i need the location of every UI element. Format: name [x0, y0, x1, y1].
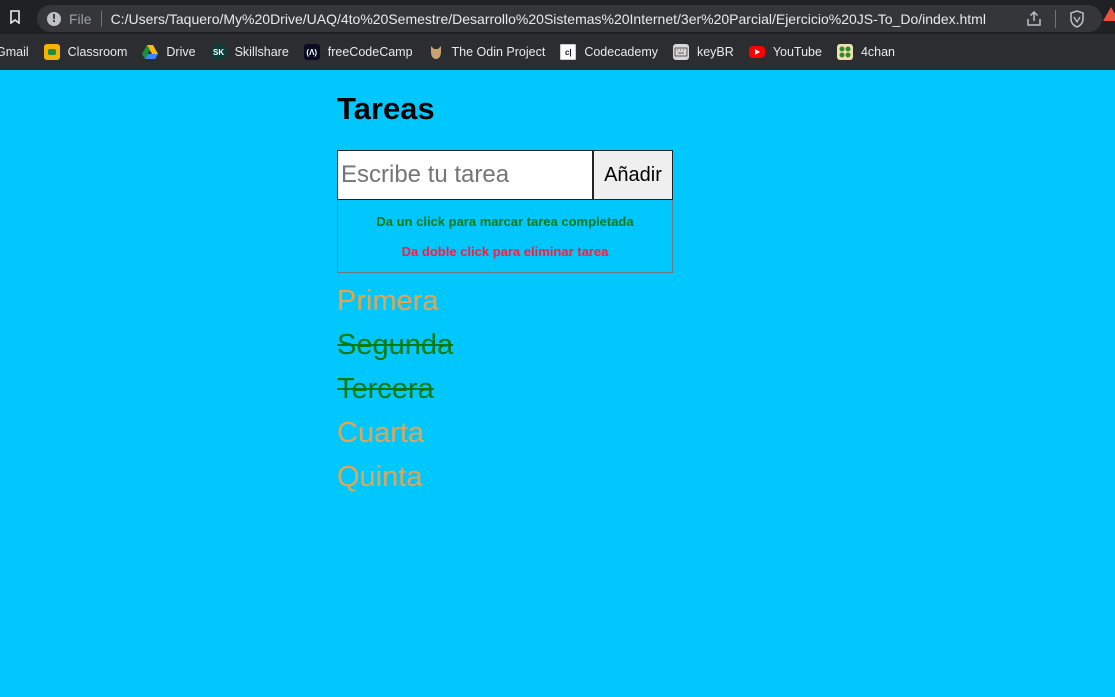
scheme-divider: [100, 10, 102, 27]
task-list: Primera Segunda Tercera Cuarta Quinta: [337, 281, 673, 501]
task-item[interactable]: Segunda: [337, 325, 673, 369]
browser-toolbar: ! File C:/Users/Taquero/My%20Drive/UAQ/4…: [0, 0, 1115, 34]
bookmark-label: 4chan: [860, 45, 895, 59]
odin-icon: [428, 44, 444, 60]
youtube-icon: [748, 46, 765, 58]
task-item[interactable]: Tercera: [337, 369, 673, 413]
bookmark-freecodecamp[interactable]: (Λ) freeCodeCamp: [303, 44, 413, 60]
omnibox-actions: [1025, 5, 1102, 32]
keybr-icon: [672, 44, 689, 60]
bookmark-keybr[interactable]: keyBR: [672, 44, 734, 60]
task-form: Añadir: [337, 150, 673, 200]
delete-hint: Da doble click para eliminar tarea: [401, 244, 609, 259]
bookmark-label: freeCodeCamp: [327, 45, 413, 59]
skillshare-icon: SK: [210, 44, 227, 60]
add-task-button[interactable]: Añadir: [593, 150, 673, 200]
bookmark-gmail[interactable]: Gmail: [0, 45, 29, 59]
freecodecamp-icon: (Λ): [303, 44, 320, 60]
bookmark-label: keyBR: [696, 45, 734, 59]
bookmark-label: Gmail: [0, 45, 29, 59]
bookmark-odin-project[interactable]: The Odin Project: [428, 44, 546, 60]
instructions-box: Da un click para marcar tarea completada…: [337, 200, 673, 273]
bookmark-label: Classroom: [67, 45, 128, 59]
bookmark-codecademy[interactable]: c| Codecademy: [560, 44, 658, 60]
task-item[interactable]: Cuarta: [337, 413, 673, 457]
bookmark-skillshare[interactable]: SK Skillshare: [210, 44, 289, 60]
bookmark-icon[interactable]: [0, 0, 30, 34]
complete-hint: Da un click para marcar tarea completada: [376, 214, 634, 229]
4chan-icon: [836, 44, 853, 60]
todo-app: Tareas Añadir Da un click para marcar ta…: [337, 90, 673, 501]
task-input[interactable]: [337, 150, 593, 200]
bookmark-label: Skillshare: [234, 45, 289, 59]
bookmarks-bar: Gmail Classroom Drive SK Skillshare (Λ) …: [0, 34, 1115, 70]
address-bar[interactable]: ! File C:/Users/Taquero/My%20Drive/UAQ/4…: [37, 5, 1102, 32]
drive-icon: [142, 44, 159, 60]
task-item[interactable]: Quinta: [337, 457, 673, 501]
brave-rewards-icon[interactable]: 2: [1101, 4, 1115, 24]
classroom-icon: [43, 44, 60, 60]
bookmark-label: YouTube: [772, 45, 822, 59]
bookmark-label: The Odin Project: [451, 45, 546, 59]
task-item[interactable]: Primera: [337, 281, 673, 325]
bookmark-youtube[interactable]: YouTube: [748, 45, 822, 59]
bookmark-4chan[interactable]: 4chan: [836, 44, 895, 60]
url-scheme: File: [69, 10, 92, 27]
url-text[interactable]: C:/Users/Taquero/My%20Drive/UAQ/4to%20Se…: [111, 11, 986, 27]
codecademy-icon: c|: [560, 44, 577, 60]
brave-shield-icon[interactable]: [1068, 9, 1086, 28]
bookmark-drive[interactable]: Drive: [142, 44, 196, 60]
info-icon[interactable]: !: [47, 11, 61, 26]
bookmark-label: Drive: [166, 45, 196, 59]
bookmark-label: Codecademy: [584, 45, 658, 59]
page-title: Tareas: [337, 91, 435, 126]
toolbar-divider: [1055, 9, 1056, 28]
bookmark-classroom[interactable]: Classroom: [43, 44, 128, 60]
share-icon[interactable]: [1025, 10, 1043, 28]
